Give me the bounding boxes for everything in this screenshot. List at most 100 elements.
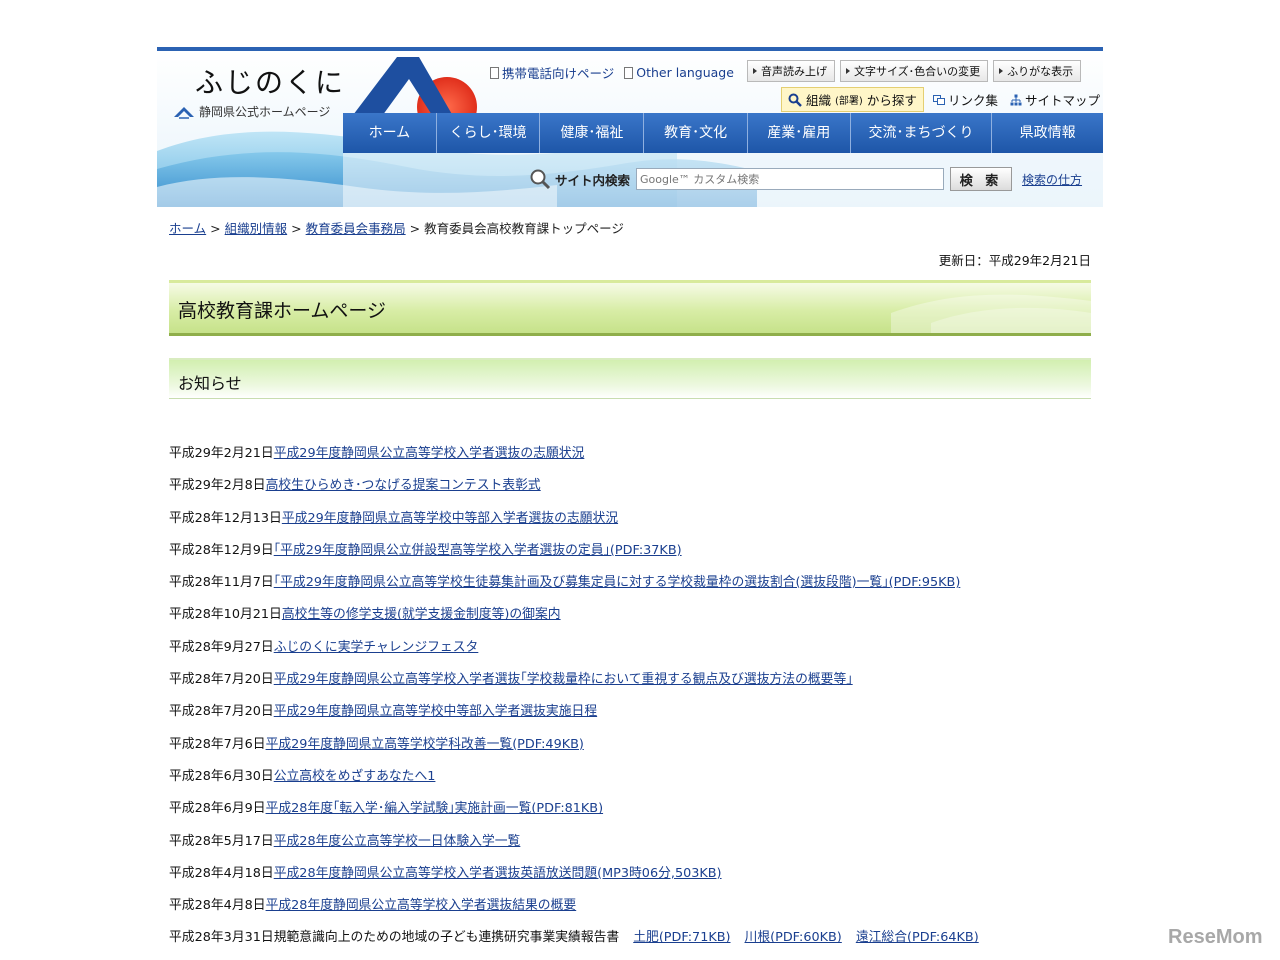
- other-language-link[interactable]: Other language: [624, 63, 734, 82]
- news-date: 平成28年7月20日: [169, 704, 274, 720]
- logo-subtitle-text: 静岡県公式ホームページ: [199, 105, 331, 119]
- news-link[interactable]: 平成29年度静岡県立高等学校中等部入学者選抜実施日程: [274, 704, 597, 719]
- news-item: 平成28年4月18日平成28年度静岡県公立高等学校入学者選抜英語放送問題(MP3…: [169, 862, 979, 894]
- news-date: 平成28年12月13日: [169, 510, 282, 526]
- news-link[interactable]: 平成29年度静岡県立高等学校中等部入学者選抜の志願状況: [282, 511, 618, 526]
- news-text: 規範意識向上のための地域の子ども連携研究事業実績報告書: [273, 930, 620, 946]
- news-link[interactable]: 平成29年度静岡県公立高等学校入学者選抜の志願状況: [274, 446, 585, 461]
- news-link[interactable]: 高校生等の修学支援(就学支援金制度等)の御案内: [282, 607, 561, 622]
- other-language-label: Other language: [636, 65, 734, 80]
- notice-heading: お知らせ: [178, 374, 242, 393]
- text-size-color-button[interactable]: 文字サイズ･色合いの変更: [840, 60, 989, 82]
- breadcrumb: ホーム > 組織別情報 > 教育委員会事務局 > 教育委員会高校教育課トップページ: [169, 218, 624, 237]
- news-link[interactable]: 平成28年度｢転入学･編入学試験｣実施計画一覧(PDF:81KB): [266, 801, 604, 816]
- breadcrumb-separator: >: [210, 221, 221, 236]
- org-search-small: (部署): [835, 96, 863, 107]
- furigana-button[interactable]: ふりがな表示: [993, 60, 1082, 82]
- news-date: 平成29年2月8日: [169, 478, 266, 494]
- news-link[interactable]: 平成28年度静岡県公立高等学校入学者選抜英語放送問題(MP3時06分,503KB…: [274, 866, 722, 881]
- news-date: 平成28年6月9日: [169, 801, 266, 817]
- news-item: 平成28年9月27日ふじのくに実学チャレンジフェスタ: [169, 636, 979, 668]
- mobile-page-label: 携帯電話向けページ: [502, 66, 615, 81]
- site-search: サイト内検索 検 索 検索の仕方: [529, 167, 1082, 191]
- site-search-input[interactable]: [636, 168, 945, 190]
- nav-prefectural-info[interactable]: 県政情報: [991, 113, 1103, 153]
- news-link[interactable]: 公立高校をめざすあなたへ1: [274, 769, 436, 784]
- news-link[interactable]: 平成29年度静岡県公立高等学校入学者選抜｢学校裁量枠において重視する観点及び選抜…: [274, 672, 853, 687]
- site-header: ふじのくに 静岡県公式ホームページ 携帯電話向けページ Other langua…: [157, 47, 1103, 211]
- news-date: 平成28年7月6日: [169, 736, 266, 752]
- news-item: 平成28年12月13日平成29年度静岡県立高等学校中等部入学者選抜の志願状況: [169, 507, 979, 539]
- news-item: 平成28年7月20日平成29年度静岡県立高等学校中等部入学者選抜実施日程: [169, 700, 979, 732]
- news-link[interactable]: ｢平成29年度静岡県公立高等学校生徒募集計画及び募集定員に対する学校裁量枠の選抜…: [274, 575, 961, 590]
- news-link[interactable]: ｢平成29年度静岡県公立併設型高等学校入学者選抜の定員｣(PDF:37KB): [274, 543, 682, 558]
- site-logo-title[interactable]: ふじのくに: [195, 61, 345, 101]
- notice-heading-bar: お知らせ: [169, 358, 1091, 399]
- aux-links: リンク集 サイトマップ: [933, 90, 1100, 109]
- report-link-toi[interactable]: 土肥(PDF:71KB): [633, 930, 730, 945]
- news-date: 平成28年7月20日: [169, 672, 274, 688]
- news-date: 平成28年4月8日: [169, 898, 266, 914]
- site-search-label: サイト内検索: [555, 172, 631, 188]
- news-item: 平成28年5月17日平成28年度公立高等学校一日体験入学一覧: [169, 830, 979, 862]
- news-item: 平成28年10月21日高校生等の修学支援(就学支援金制度等)の御案内: [169, 603, 979, 635]
- text-size-color-label: 文字サイズ･色合いの変更: [854, 65, 981, 78]
- news-item: 平成28年12月9日｢平成29年度静岡県公立併設型高等学校入学者選抜の定員｣(P…: [169, 539, 979, 571]
- news-item: 平成29年2月21日平成29年度静岡県公立高等学校入学者選抜の志願状況: [169, 442, 979, 474]
- org-search-button[interactable]: 組織 (部署) から探す: [781, 87, 924, 112]
- news-link[interactable]: 平成28年度静岡県公立高等学校入学者選抜結果の概要: [266, 898, 577, 913]
- furigana-label: ふりがな表示: [1007, 65, 1074, 78]
- sitemap-label: サイトマップ: [1025, 93, 1101, 108]
- breadcrumb-separator: >: [409, 221, 421, 236]
- title-bar-decoration: [891, 294, 1091, 333]
- news-item: 平成28年4月8日平成28年度静岡県公立高等学校入学者選抜結果の概要: [169, 894, 979, 926]
- report-link-totomi-sogo[interactable]: 遠江総合(PDF:64KB): [856, 930, 979, 945]
- page-title: 高校教育課ホームページ: [178, 300, 387, 322]
- news-date: 平成28年9月27日: [169, 639, 274, 655]
- news-item: 平成28年6月9日平成28年度｢転入学･編入学試験｣実施計画一覧(PDF:81K…: [169, 797, 979, 829]
- nav-home[interactable]: ホーム: [343, 113, 436, 153]
- breadcrumb-separator: >: [291, 221, 302, 236]
- news-date: 平成28年6月30日: [169, 768, 274, 784]
- site-search-button[interactable]: 検 索: [950, 167, 1013, 191]
- org-search-suffix: から探す: [866, 93, 917, 108]
- report-link-kawane[interactable]: 川根(PDF:60KB): [745, 930, 842, 945]
- page-title-bar: 高校教育課ホームページ: [169, 280, 1091, 336]
- news-item: 平成29年2月8日高校生ひらめき･つなげる提案コンテスト表彰式: [169, 474, 979, 506]
- sitemap-icon: [1010, 94, 1022, 105]
- breadcrumb-board-office[interactable]: 教育委員会事務局: [306, 221, 406, 236]
- watermark-logo: ReseMom: [1168, 926, 1263, 948]
- nav-health-welfare[interactable]: 健康･福祉: [539, 113, 643, 153]
- news-date: 平成28年11月7日: [169, 575, 274, 591]
- page-icon: [624, 66, 634, 79]
- news-date: 平成28年10月21日: [169, 607, 282, 623]
- nav-industry-employment[interactable]: 産業･雇用: [746, 113, 850, 153]
- links-page-link[interactable]: リンク集: [933, 90, 998, 109]
- news-item: 平成28年11月7日｢平成29年度静岡県公立高等学校生徒募集計画及び募集定員に対…: [169, 571, 979, 603]
- magnifier-icon: [530, 169, 551, 190]
- nav-living-environment[interactable]: くらし･環境: [435, 113, 540, 153]
- site-logo-subtitle[interactable]: 静岡県公式ホームページ: [173, 103, 330, 120]
- mobile-page-link[interactable]: 携帯電話向けページ: [490, 63, 614, 82]
- search-icon: [788, 93, 802, 107]
- arrow-right-icon: [753, 68, 757, 74]
- news-link[interactable]: ふじのくに実学チャレンジフェスタ: [274, 640, 479, 655]
- sitemap-link[interactable]: サイトマップ: [1010, 90, 1100, 109]
- breadcrumb-org-info[interactable]: 組織別情報: [225, 221, 288, 236]
- text-to-speech-button[interactable]: 音声読み上げ: [747, 60, 835, 82]
- nav-education-culture[interactable]: 教育･文化: [643, 113, 747, 153]
- arrow-right-icon: [999, 68, 1004, 74]
- search-help-link[interactable]: 検索の仕方: [1022, 171, 1082, 188]
- news-item: 平成28年6月30日公立高校をめざすあなたへ1: [169, 765, 979, 797]
- news-link[interactable]: 平成29年度静岡県立高等学校学科改善一覧(PDF:49KB): [266, 737, 584, 752]
- nav-exchange-community[interactable]: 交流･まちづくり: [849, 113, 992, 153]
- news-item: 平成28年7月6日平成29年度静岡県立高等学校学科改善一覧(PDF:49KB): [169, 733, 979, 765]
- page-icon: [490, 66, 499, 79]
- updated-date: 更新日：平成29年2月21日: [938, 253, 1091, 268]
- news-link[interactable]: 平成28年度公立高等学校一日体験入学一覧: [274, 834, 521, 849]
- text-to-speech-label: 音声読み上げ: [761, 65, 827, 78]
- news-link[interactable]: 高校生ひらめき･つなげる提案コンテスト表彰式: [266, 478, 541, 493]
- breadcrumb-home[interactable]: ホーム: [169, 221, 206, 236]
- breadcrumb-current: 教育委員会高校教育課トップページ: [424, 221, 624, 236]
- news-item: 平成28年3月31日規範意識向上のための地域の子ども連携研究事業実績報告書 土肥(…: [169, 926, 979, 958]
